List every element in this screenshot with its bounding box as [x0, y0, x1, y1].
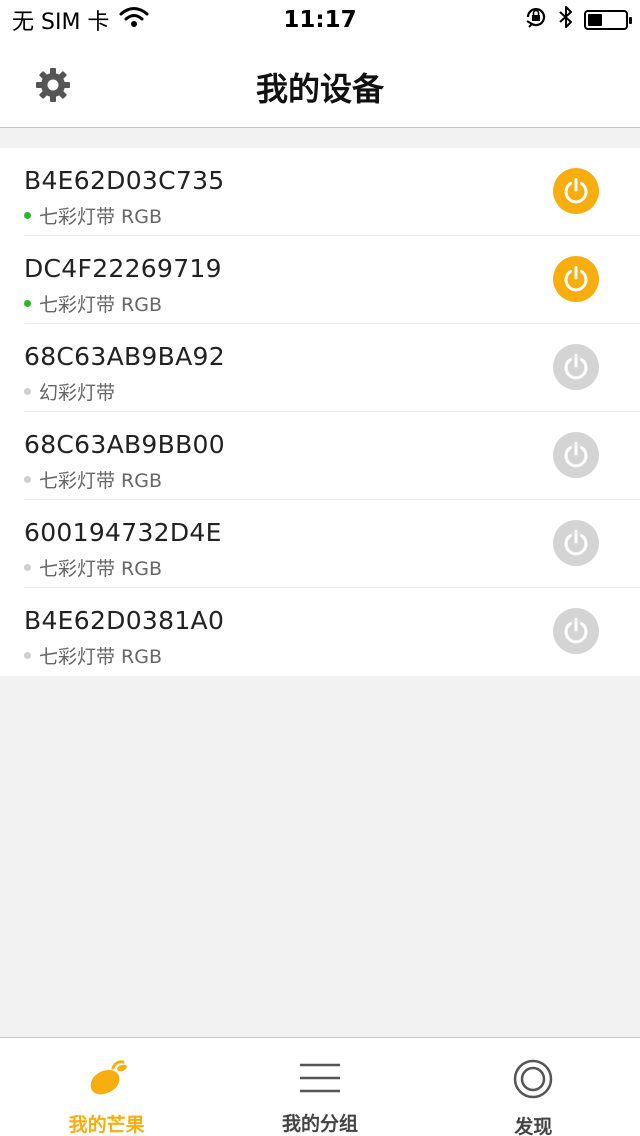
- device-type: 七彩灯带 RGB: [39, 294, 162, 316]
- offline-status-dot: [24, 564, 31, 571]
- tab-my-mango[interactable]: 我的芒果: [0, 1038, 213, 1136]
- bluetooth-icon: [558, 5, 574, 35]
- tab-discover[interactable]: 发现: [427, 1038, 640, 1136]
- status-bar: 无 SIM 卡 11:17: [0, 0, 640, 40]
- tab-label: 发现: [514, 1116, 553, 1136]
- tab-my-groups[interactable]: 我的分组: [213, 1038, 426, 1136]
- device-row[interactable]: B4E62D0381A0 七彩灯带 RGB: [24, 588, 640, 676]
- device-type: 幻彩灯带: [39, 382, 116, 404]
- offline-status-dot: [24, 476, 31, 483]
- device-subtitle: 七彩灯带 RGB: [24, 290, 162, 317]
- wifi-icon: [119, 6, 149, 34]
- power-toggle-button[interactable]: [553, 432, 599, 478]
- status-right: [524, 5, 632, 35]
- device-subtitle: 七彩灯带 RGB: [24, 642, 162, 669]
- device-name: DC4F22269719: [24, 254, 222, 283]
- rotation-lock-icon: [524, 5, 548, 35]
- carrier-label: 无 SIM 卡: [12, 10, 110, 35]
- power-icon: [564, 618, 588, 644]
- online-status-dot: [24, 300, 31, 307]
- power-toggle-button[interactable]: [553, 256, 599, 302]
- device-type: 七彩灯带 RGB: [39, 646, 162, 668]
- device-name: 68C63AB9BA92: [24, 342, 225, 371]
- offline-status-dot: [24, 652, 31, 659]
- battery-level: [588, 14, 602, 26]
- device-type: 七彩灯带 RGB: [39, 558, 162, 580]
- device-name: B4E62D03C735: [24, 166, 225, 195]
- battery-icon: [584, 10, 632, 30]
- page-title: 我的设备: [255, 70, 384, 108]
- power-icon: [564, 178, 588, 204]
- nav-bar: 我的设备: [0, 40, 640, 128]
- power-toggle-button[interactable]: [553, 520, 599, 566]
- status-left: 无 SIM 卡: [12, 4, 149, 36]
- tab-label: 我的分组: [281, 1113, 358, 1135]
- device-name: 68C63AB9BB00: [24, 430, 225, 459]
- power-icon: [564, 442, 588, 468]
- device-name: B4E62D0381A0: [24, 606, 225, 635]
- device-name: 600194732D4E: [24, 518, 222, 547]
- device-row[interactable]: 600194732D4E 七彩灯带 RGB: [24, 500, 640, 588]
- device-row[interactable]: 68C63AB9BB00 七彩灯带 RGB: [24, 412, 640, 500]
- discover-icon: [511, 1058, 555, 1100]
- device-subtitle: 七彩灯带 RGB: [24, 466, 162, 493]
- device-type: 七彩灯带 RGB: [39, 470, 162, 492]
- list-icon: [298, 1058, 342, 1097]
- power-toggle-button[interactable]: [553, 168, 599, 214]
- online-status-dot: [24, 212, 31, 219]
- mango-icon: [85, 1058, 129, 1098]
- power-toggle-button[interactable]: [553, 344, 599, 390]
- device-row[interactable]: 68C63AB9BA92 幻彩灯带: [24, 324, 640, 412]
- tab-label: 我的芒果: [68, 1114, 145, 1136]
- power-icon: [564, 530, 588, 556]
- device-subtitle: 七彩灯带 RGB: [24, 554, 162, 581]
- device-type: 七彩灯带 RGB: [39, 206, 162, 228]
- device-row[interactable]: DC4F22269719 七彩灯带 RGB: [24, 236, 640, 324]
- tab-bar: 我的芒果 我的分组 发现: [0, 1037, 640, 1136]
- device-list: B4E62D03C735 七彩灯带 RGB DC4F22269719 七彩灯带 …: [0, 148, 640, 676]
- power-toggle-button[interactable]: [553, 608, 599, 654]
- power-icon: [564, 354, 588, 380]
- device-subtitle: 七彩灯带 RGB: [24, 202, 162, 229]
- device-row[interactable]: B4E62D03C735 七彩灯带 RGB: [24, 148, 640, 236]
- power-icon: [564, 266, 588, 292]
- offline-status-dot: [24, 388, 31, 395]
- device-subtitle: 幻彩灯带: [24, 378, 115, 405]
